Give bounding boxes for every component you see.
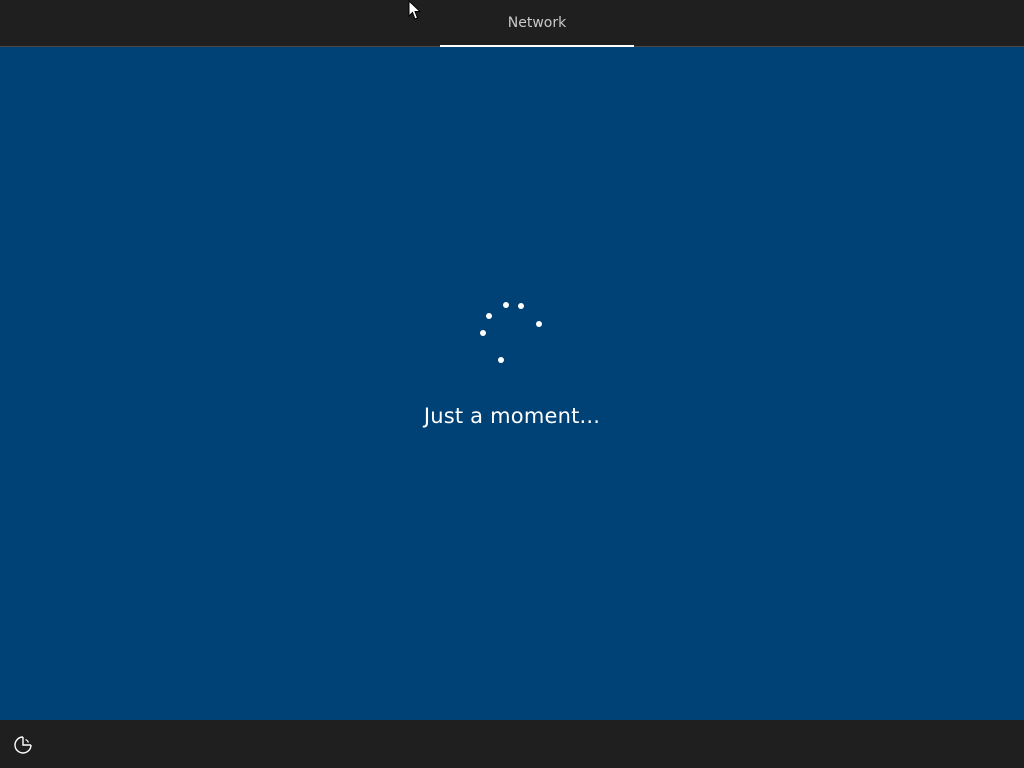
loading-spinner-icon — [480, 302, 542, 363]
tab-network-label: Network — [507, 15, 567, 31]
ease-of-access-button[interactable] — [12, 734, 34, 756]
main-content — [0, 47, 1024, 720]
spinner-dot — [503, 302, 509, 308]
spinner-dot — [486, 313, 492, 319]
top-bar: Network — [0, 0, 1024, 47]
spinner-dot — [480, 330, 486, 336]
status-message: Just a moment... — [423, 404, 601, 428]
spinner-dot — [498, 357, 504, 363]
bottom-bar — [0, 720, 1024, 768]
tab-network[interactable]: Network — [440, 0, 634, 47]
ease-of-access-icon — [14, 736, 32, 754]
spinner-dot — [518, 303, 524, 309]
spinner-dot — [536, 321, 542, 327]
